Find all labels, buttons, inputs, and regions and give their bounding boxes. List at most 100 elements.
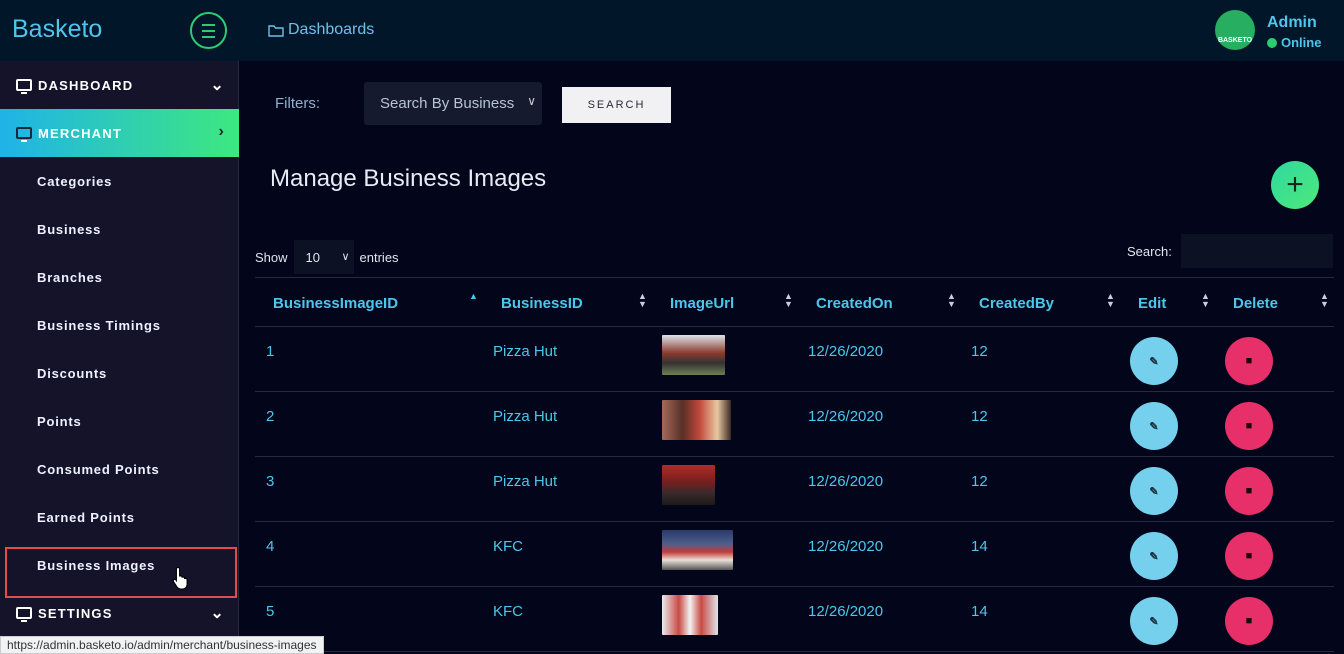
table-header: BusinessImageID ▲ BusinessID ▲ ▼ ImageUrl…: [255, 277, 1334, 327]
business-image-thumbnail[interactable]: [662, 595, 718, 635]
business-image-thumbnail[interactable]: [662, 530, 733, 570]
cell-created-on: 12/26/2020: [808, 408, 884, 425]
sidebar-item-branches[interactable]: Branches: [37, 270, 103, 285]
sidebar-item-discounts[interactable]: Discounts: [37, 366, 107, 381]
sort-icon[interactable]: ▲ ▼: [638, 292, 647, 309]
sidebar-item-label: DASHBOARD: [38, 77, 134, 93]
edit-icon: ✎: [1149, 615, 1159, 628]
hand-pointer-icon: [172, 566, 188, 590]
folder-icon: [268, 24, 284, 37]
cell-created-on: 12/26/2020: [808, 603, 884, 620]
add-image-button[interactable]: +: [1271, 161, 1319, 209]
hamburger-line: [202, 24, 215, 26]
sidebar-item-settings[interactable]: SETTINGS ⌄: [0, 589, 239, 637]
column-header-imageurl[interactable]: ImageUrl: [670, 295, 734, 312]
user-status: Online: [1267, 35, 1321, 50]
cell-created-by: 12: [971, 473, 988, 490]
column-header-businessimageid[interactable]: BusinessImageID: [273, 295, 398, 312]
sort-asc-icon[interactable]: ▲: [469, 292, 478, 301]
trash-icon: ■: [1245, 615, 1253, 627]
table-search-input[interactable]: [1181, 234, 1333, 268]
column-header-createdby[interactable]: CreatedBy: [979, 295, 1054, 312]
sort-icon[interactable]: ▲ ▼: [1201, 292, 1210, 309]
cell-created-by: 12: [971, 343, 988, 360]
cell-image-id: 2: [266, 408, 275, 425]
sort-icon[interactable]: ▲ ▼: [1106, 292, 1115, 309]
table-row: 2 Pizza Hut 12/26/2020 12 ✎ ■: [255, 392, 1334, 457]
delete-button[interactable]: ■: [1225, 467, 1273, 515]
edit-button[interactable]: ✎: [1130, 337, 1178, 385]
brand-logo[interactable]: Basketo: [12, 15, 102, 44]
cell-image-id: 5: [266, 603, 275, 620]
cell-business: KFC: [493, 603, 523, 620]
cell-created-by: 14: [971, 538, 988, 555]
filters-label: Filters:: [275, 95, 320, 112]
avatar[interactable]: BASKETO: [1215, 10, 1255, 50]
sidebar-item-consumed-points[interactable]: Consumed Points: [37, 462, 160, 477]
status-label: Online: [1281, 35, 1322, 50]
sidebar-item-business-images[interactable]: Business Images: [37, 558, 155, 573]
hamburger-line: [202, 36, 215, 38]
business-filter-select[interactable]: Search By Business ∨: [364, 82, 542, 125]
cell-created-by: 14: [971, 603, 988, 620]
cell-created-on: 12/26/2020: [808, 473, 884, 490]
sidebar-item-earned-points[interactable]: Earned Points: [37, 510, 135, 525]
monitor-icon: [16, 79, 32, 94]
trash-icon: ■: [1245, 485, 1253, 497]
sidebar-item-points[interactable]: Points: [37, 414, 82, 429]
delete-button[interactable]: ■: [1225, 532, 1273, 580]
status-bar-url: https://admin.basketo.io/admin/merchant/…: [0, 636, 324, 654]
edit-button[interactable]: ✎: [1130, 467, 1178, 515]
column-header-delete[interactable]: Delete: [1233, 295, 1278, 312]
column-header-businessid[interactable]: BusinessID: [501, 295, 583, 312]
edit-button[interactable]: ✎: [1130, 402, 1178, 450]
edit-icon: ✎: [1149, 355, 1159, 368]
delete-button[interactable]: ■: [1225, 597, 1273, 645]
sort-icon[interactable]: ▲ ▼: [784, 292, 793, 309]
status-dot-icon: [1267, 37, 1277, 48]
breadcrumb[interactable]: Dashboards: [268, 21, 374, 39]
top-bar: Basketo Dashboards BASKETO Admin Online: [0, 0, 1344, 61]
cell-created-on: 12/26/2020: [808, 343, 884, 360]
sort-icon[interactable]: ▲ ▼: [947, 292, 956, 309]
sidebar: DASHBOARD ⌄ MERCHANT › Categories Busine…: [0, 61, 239, 654]
table-search-label: Search:: [1127, 244, 1172, 259]
chevron-down-icon: ⌄: [210, 77, 225, 94]
entries-value: 10: [305, 249, 320, 265]
cell-business: Pizza Hut: [493, 473, 558, 490]
column-header-edit[interactable]: Edit: [1138, 295, 1166, 312]
sidebar-item-dashboard[interactable]: DASHBOARD ⌄: [0, 61, 239, 109]
business-image-thumbnail[interactable]: [662, 335, 725, 375]
trash-icon: ■: [1245, 355, 1253, 367]
cell-business: Pizza Hut: [493, 343, 558, 360]
menu-toggle-button[interactable]: [190, 12, 227, 49]
table-row: 1 Pizza Hut 12/26/2020 12 ✎ ■: [255, 327, 1334, 392]
sidebar-item-business[interactable]: Business: [37, 222, 101, 237]
entries-label: entries: [359, 249, 399, 265]
cell-business: Pizza Hut: [493, 408, 558, 425]
delete-button[interactable]: ■: [1225, 337, 1273, 385]
column-header-createdon[interactable]: CreatedOn: [816, 295, 893, 312]
sidebar-item-label: SETTINGS: [38, 605, 113, 621]
sidebar-item-merchant[interactable]: MERCHANT ›: [0, 109, 239, 157]
edit-button[interactable]: ✎: [1130, 597, 1178, 645]
business-filter-value: Search By Business: [380, 95, 515, 112]
cell-created-on: 12/26/2020: [808, 538, 884, 555]
sidebar-item-business-timings[interactable]: Business Timings: [37, 318, 161, 333]
business-image-thumbnail[interactable]: [662, 465, 715, 505]
hamburger-line: [202, 30, 215, 32]
sort-icon[interactable]: ▲ ▼: [1320, 292, 1329, 309]
entries-control: Show 10 ∨ entries: [255, 240, 399, 274]
sidebar-item-label: MERCHANT: [38, 125, 122, 141]
entries-select[interactable]: 10 ∨: [293, 240, 354, 274]
images-table: BusinessImageID ▲ BusinessID ▲ ▼ ImageUrl…: [255, 277, 1334, 652]
edit-button[interactable]: ✎: [1130, 532, 1178, 580]
edit-icon: ✎: [1149, 550, 1159, 563]
show-label: Show: [255, 249, 288, 265]
sidebar-item-categories[interactable]: Categories: [37, 174, 112, 189]
breadcrumb-label: Dashboards: [288, 21, 375, 38]
edit-icon: ✎: [1149, 485, 1159, 498]
delete-button[interactable]: ■: [1225, 402, 1273, 450]
business-image-thumbnail[interactable]: [662, 400, 731, 440]
search-button[interactable]: SEARCH: [562, 87, 671, 123]
